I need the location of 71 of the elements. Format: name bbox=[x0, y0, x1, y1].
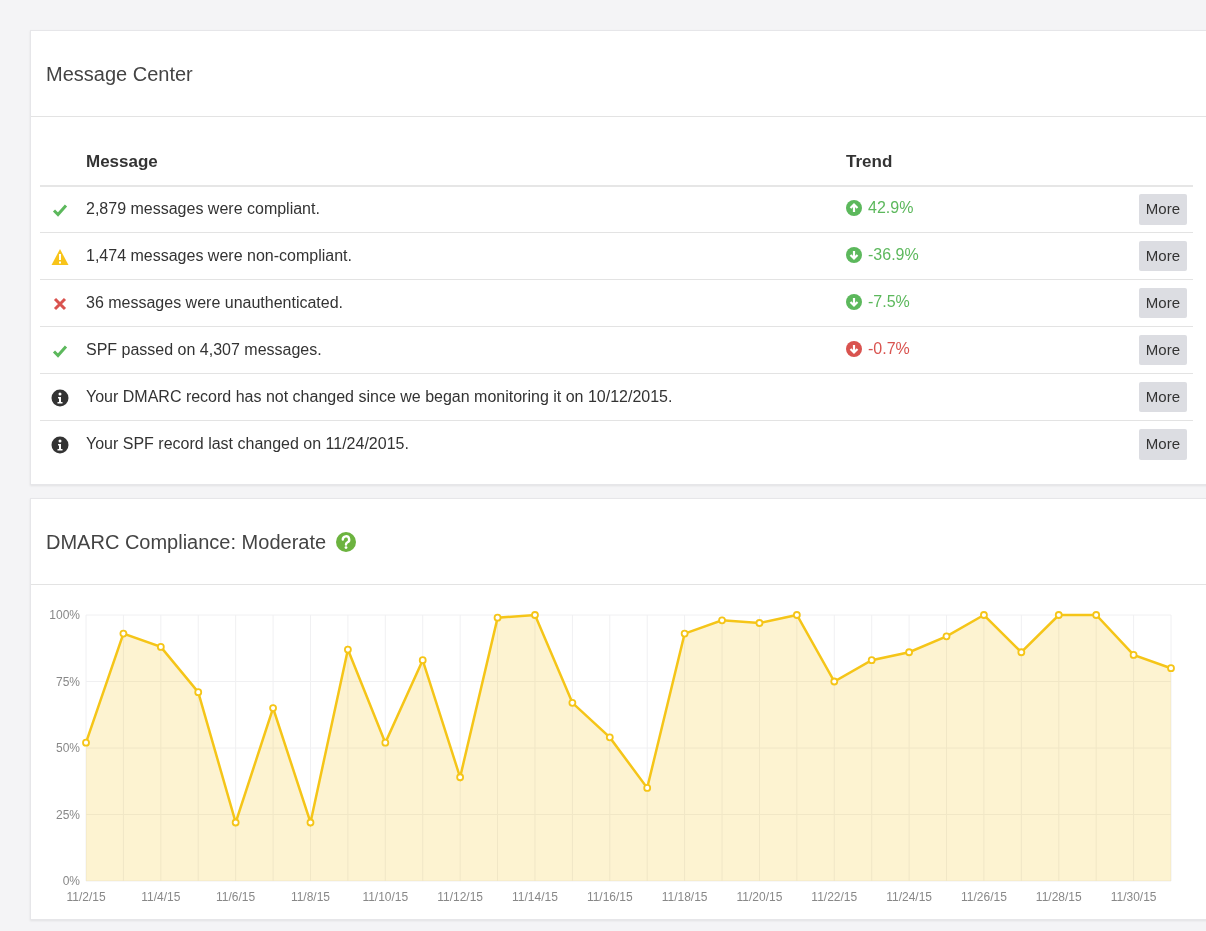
axis-label: 11/14/15 bbox=[512, 889, 558, 904]
axis-label: 50% bbox=[55, 740, 80, 755]
data-point bbox=[531, 610, 539, 619]
help-icon[interactable] bbox=[336, 531, 357, 552]
axis-label: 0% bbox=[62, 873, 80, 888]
data-point bbox=[456, 772, 465, 781]
data-point bbox=[568, 698, 577, 707]
data-point bbox=[718, 615, 726, 624]
trend-value: -7.5% bbox=[868, 291, 910, 312]
axis-label: 11/22/15 bbox=[811, 889, 858, 904]
column-header: Message bbox=[80, 133, 840, 186]
axis-label: 11/26/15 bbox=[961, 889, 1007, 904]
data-point bbox=[1092, 610, 1101, 619]
more-button[interactable]: More bbox=[1138, 429, 1187, 460]
data-point bbox=[980, 610, 988, 619]
message-text: Your DMARC record has not changed since we began monitoring it on 10/12/2015. bbox=[80, 373, 840, 421]
message-text: Your SPF record last changed on 11/24/2015. bbox=[80, 420, 840, 468]
axis-label: 11/2/15 bbox=[66, 889, 106, 904]
data-point bbox=[1017, 647, 1026, 656]
message-text: SPF passed on 4,307 messages. bbox=[80, 326, 840, 374]
data-point bbox=[680, 629, 689, 637]
more-button[interactable]: More bbox=[1138, 240, 1187, 272]
axis-label: 11/8/15 bbox=[290, 889, 331, 904]
data-point bbox=[82, 738, 90, 747]
trend-value: -36.9% bbox=[868, 244, 919, 265]
data-point bbox=[942, 631, 951, 640]
panel-title: DMARC Compliance: Moderate bbox=[46, 529, 327, 555]
data-point bbox=[792, 610, 801, 619]
more-button[interactable]: More bbox=[1138, 287, 1187, 319]
data-point bbox=[830, 677, 839, 685]
data-point bbox=[1167, 663, 1175, 672]
data-point bbox=[156, 642, 165, 651]
axis-label: 11/6/15 bbox=[216, 889, 256, 904]
data-point bbox=[755, 618, 764, 627]
axis-label: 100% bbox=[49, 607, 80, 622]
data-point bbox=[194, 687, 203, 696]
data-point bbox=[605, 732, 614, 741]
data-point bbox=[867, 655, 876, 664]
axis-label: 11/4/15 bbox=[141, 889, 181, 904]
message-text: 36 messages were unauthenticated. bbox=[80, 279, 840, 327]
data-point bbox=[493, 613, 502, 622]
data-point bbox=[381, 738, 390, 747]
more-button[interactable]: More bbox=[1138, 334, 1187, 366]
axis-label: 11/18/15 bbox=[661, 889, 708, 904]
trend-value: -0.7% bbox=[868, 338, 910, 359]
message-text: 2,879 messages were compliant. bbox=[80, 185, 840, 233]
more-button[interactable]: More bbox=[1138, 381, 1187, 413]
data-point bbox=[119, 629, 128, 637]
panel-title: Message Center bbox=[46, 62, 193, 87]
axis-label: 11/30/15 bbox=[1110, 889, 1157, 904]
data-point bbox=[306, 818, 315, 826]
data-point bbox=[905, 647, 913, 656]
data-point bbox=[344, 645, 352, 653]
axis-label: 11/12/15 bbox=[437, 889, 484, 904]
data-point bbox=[418, 655, 427, 664]
axis-label: 11/16/15 bbox=[586, 889, 633, 904]
axis-label: 11/24/15 bbox=[886, 889, 932, 904]
column-header: Trend bbox=[840, 133, 1133, 186]
data-point bbox=[1054, 610, 1063, 619]
axis-label: 11/28/15 bbox=[1035, 889, 1082, 904]
message-text: 1,474 messages were non-compliant. bbox=[80, 232, 840, 280]
axis-label: 25% bbox=[55, 807, 80, 821]
trend-value: 42.9% bbox=[868, 197, 914, 218]
axis-label: 11/10/15 bbox=[362, 889, 409, 904]
data-point bbox=[643, 783, 652, 792]
axis-label: 75% bbox=[55, 674, 80, 688]
data-point bbox=[1129, 650, 1138, 659]
data-point bbox=[231, 818, 240, 826]
axis-label: 11/20/15 bbox=[736, 889, 783, 904]
data-point bbox=[269, 703, 277, 712]
more-button[interactable]: More bbox=[1138, 194, 1187, 225]
